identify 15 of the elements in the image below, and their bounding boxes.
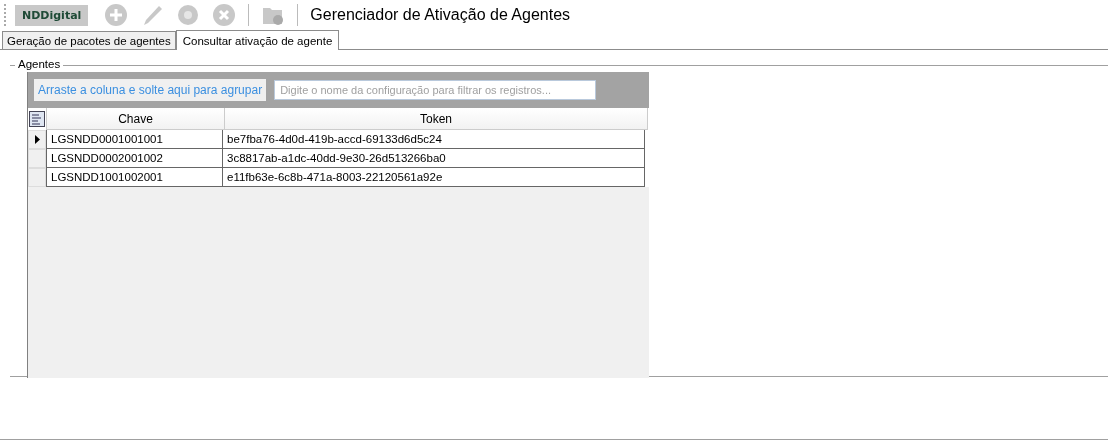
filter-field[interactable]: Digite o nome da configuração para filtrar os registros... xyxy=(274,80,597,100)
column-header[interactable]: Token xyxy=(225,108,648,130)
window-title: Gerenciador de Ativação de Agentes xyxy=(310,6,571,24)
plus-icon xyxy=(104,3,129,27)
column-header[interactable]: Chave xyxy=(47,108,225,130)
column-chooser-icon[interactable] xyxy=(29,111,45,127)
current-row-icon xyxy=(34,135,40,144)
logo: NDDigital xyxy=(15,4,89,26)
close-icon xyxy=(212,3,237,27)
tab[interactable]: Geração de pacotes de agentes xyxy=(2,31,176,49)
tab[interactable]: Consultar ativação de agente xyxy=(175,30,340,50)
row-indicator[interactable] xyxy=(28,130,46,149)
table-cell: LGSNDD1001002001 xyxy=(46,168,223,187)
group-title: Agentes xyxy=(15,58,64,70)
table-cell: e11fb63e-6c8b-471a-8003-22120561a92e xyxy=(223,168,645,187)
